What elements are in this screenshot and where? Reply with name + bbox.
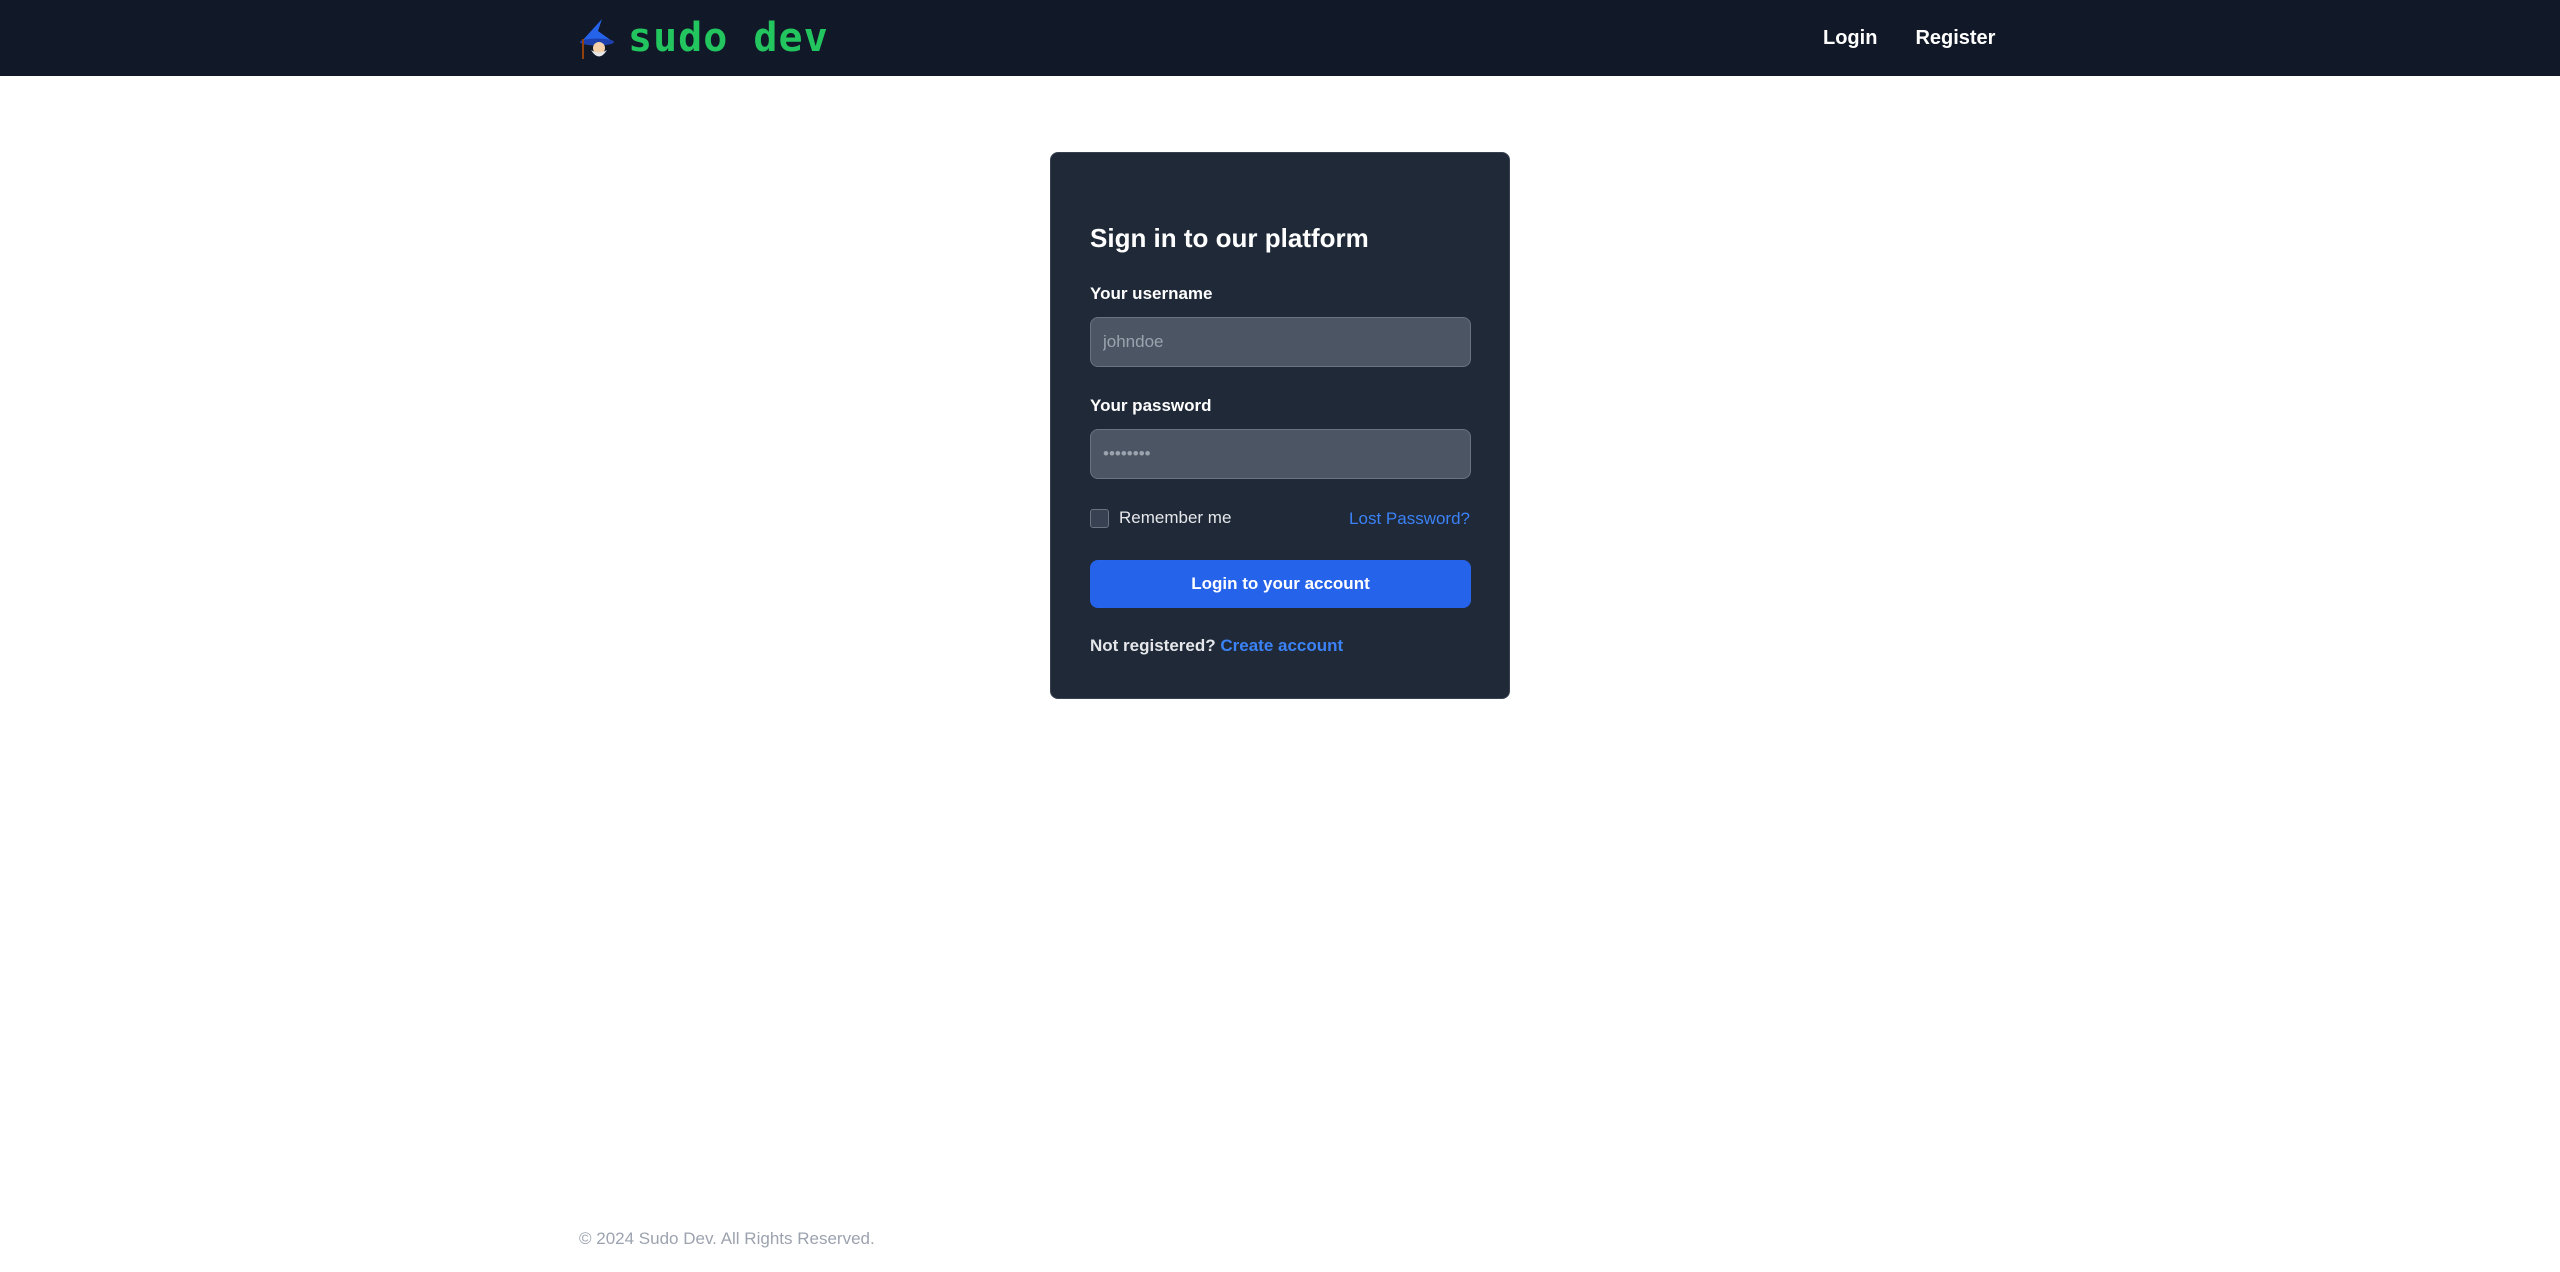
remember-checkbox[interactable]: [1090, 508, 1109, 528]
nav-login-link[interactable]: Login: [1823, 22, 1877, 54]
login-button[interactable]: Login to your account: [1090, 560, 1471, 608]
remember-label: Remember me: [1119, 508, 1232, 527]
top-navbar: sudo dev Login Register: [0, 0, 2560, 76]
lost-password-link[interactable]: Lost Password?: [1349, 509, 1470, 529]
nav-links: Login Register: [1823, 22, 1995, 54]
username-input[interactable]: [1090, 317, 1471, 367]
password-label: Your password: [1090, 396, 1212, 415]
not-registered-text: Not registered?: [1090, 636, 1216, 655]
create-account-link[interactable]: Create account: [1220, 636, 1343, 655]
wizard-icon: [580, 19, 614, 59]
brand-name: sudo dev: [628, 15, 829, 61]
brand-link[interactable]: sudo dev: [578, 14, 829, 62]
remember-me: Remember me: [1090, 508, 1231, 528]
username-label: Your username: [1090, 284, 1213, 303]
password-input[interactable]: [1090, 429, 1471, 479]
login-card: Sign in to our platform Your username Yo…: [1050, 152, 1510, 699]
footer-copyright: © 2024 Sudo Dev. All Rights Reserved.: [579, 1229, 875, 1248]
nav-register-link[interactable]: Register: [1915, 22, 1995, 54]
register-prompt: Not registered? Create account: [1090, 636, 1343, 656]
card-title: Sign in to our platform: [1090, 223, 1369, 253]
